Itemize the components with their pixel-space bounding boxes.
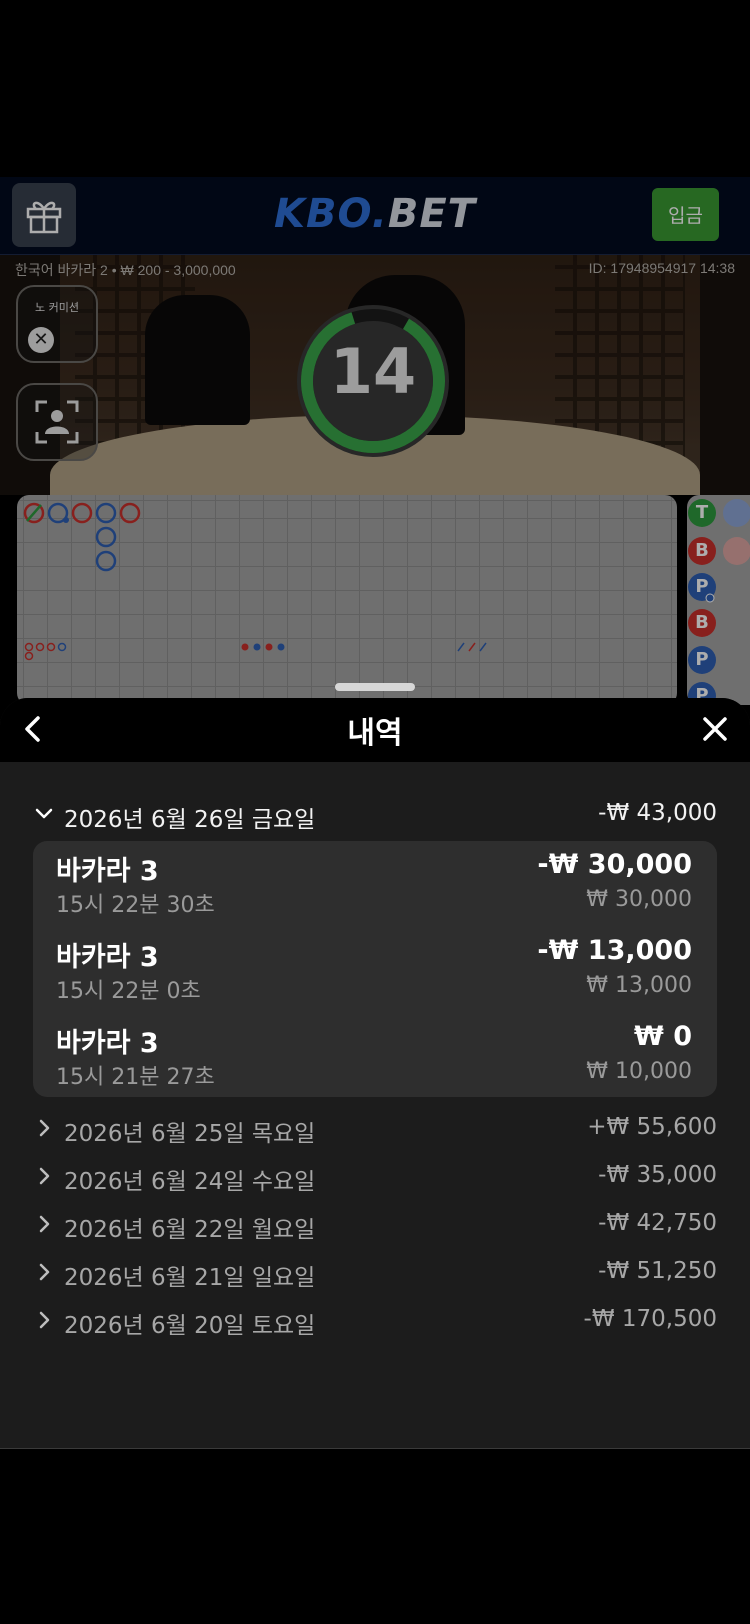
sheet-drag-handle[interactable] (335, 683, 415, 691)
day-total: -₩ 35,000 (598, 1162, 717, 1188)
day-total: -₩ 42,750 (598, 1210, 717, 1236)
bet-stake: ₩ 13,000 (586, 973, 692, 998)
chevron-down-icon (35, 808, 53, 819)
day-date: 2026년 6월 20일 토요일 (64, 1313, 316, 1339)
page-title: 내역 (347, 716, 403, 751)
chevron-right-icon (39, 1311, 50, 1329)
bet-result: -₩ 13,000 (537, 935, 692, 966)
day-date: 2026년 6월 22일 월요일 (64, 1217, 316, 1243)
day-group-header[interactable]: 2026년 6월 22일 월요일 -₩ 42,750 (0, 1204, 750, 1250)
chevron-right-icon (39, 1215, 50, 1233)
day-date: 2026년 6월 24일 수요일 (64, 1169, 316, 1195)
day-group-header[interactable]: 2026년 6월 24일 수요일 -₩ 35,000 (0, 1156, 750, 1202)
game-name: 바카라 3 (56, 942, 159, 973)
bet-result: ₩ 0 (634, 1021, 692, 1052)
dim-overlay (0, 177, 750, 707)
day-total: -₩ 51,250 (598, 1258, 717, 1284)
game-name: 바카라 3 (56, 1028, 159, 1059)
day-date: 2026년 6월 21일 일요일 (64, 1265, 316, 1291)
history-header: 내역 (0, 698, 750, 762)
bet-stake: ₩ 30,000 (586, 887, 692, 912)
day-total: -₩ 170,500 (583, 1306, 717, 1332)
chevron-right-icon (39, 1119, 50, 1137)
day-group-header[interactable]: 2026년 6월 25일 목요일 +₩ 55,600 (0, 1108, 750, 1154)
day-group-header[interactable]: 2026년 6월 26일 금요일 -₩ 43,000 (0, 794, 750, 840)
day-date: 2026년 6월 25일 목요일 (64, 1121, 316, 1147)
day-total: -₩ 43,000 (598, 800, 717, 826)
bet-stake: ₩ 10,000 (586, 1059, 692, 1084)
close-icon[interactable] (700, 714, 730, 744)
game-name: 바카라 3 (56, 856, 159, 887)
day-date: 2026년 6월 26일 금요일 (64, 807, 316, 833)
day-group-header[interactable]: 2026년 6월 20일 토요일 -₩ 170,500 (0, 1300, 750, 1346)
chevron-right-icon (39, 1167, 50, 1185)
bet-entry[interactable]: 바카라 3 15시 21분 27초 ₩ 0 ₩ 10,000 (33, 1013, 717, 1093)
chevron-right-icon (39, 1263, 50, 1281)
bet-entry[interactable]: 바카라 3 15시 22분 30초 -₩ 30,000 ₩ 30,000 (33, 841, 717, 921)
history-sheet: 내역 2026년 6월 26일 금요일 -₩ 43,000 바카라 3 15시 … (0, 698, 750, 1449)
bet-time: 15시 22분 30초 (56, 893, 215, 918)
day-total: +₩ 55,600 (587, 1114, 717, 1140)
day-group-header[interactable]: 2026년 6월 21일 일요일 -₩ 51,250 (0, 1252, 750, 1298)
bet-time: 15시 21분 27초 (56, 1065, 215, 1090)
bet-result: -₩ 30,000 (537, 849, 692, 880)
bet-entry[interactable]: 바카라 3 15시 22분 0초 -₩ 13,000 ₩ 13,000 (33, 927, 717, 1007)
day-entries: 바카라 3 15시 22분 30초 -₩ 30,000 ₩ 30,000 바카라… (33, 841, 717, 1097)
bet-time: 15시 22분 0초 (56, 979, 201, 1004)
